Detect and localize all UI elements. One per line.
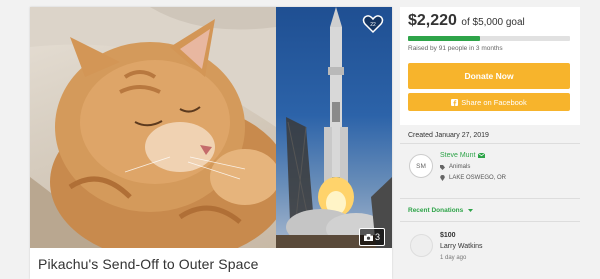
photo-gallery-badge[interactable]: 3 — [359, 228, 385, 246]
raised-summary: $2,220 of $5,000 goal — [408, 12, 525, 30]
organizer-avatar[interactable]: SM — [409, 154, 433, 178]
donor-avatar — [410, 234, 433, 257]
chevron-down-icon — [468, 209, 474, 212]
email-icon[interactable] — [478, 153, 486, 158]
favorite-heart-button[interactable]: 22 — [362, 13, 384, 35]
recent-donations-dropdown[interactable]: Recent Donations — [408, 207, 474, 214]
donation-time: 1 day ago — [440, 255, 467, 261]
heart-icon: 22 — [362, 15, 384, 34]
camera-icon — [363, 233, 373, 241]
cat-photo[interactable] — [30, 7, 276, 248]
donate-button[interactable]: Donate Now — [408, 63, 570, 89]
divider — [400, 198, 580, 199]
divider — [400, 221, 580, 222]
donor-name: Larry Watkins — [440, 243, 483, 250]
rocket-illustration — [276, 7, 392, 248]
created-date: Created January 27, 2019 — [408, 132, 489, 139]
cat-illustration — [30, 7, 276, 248]
recent-donations-label: Recent Donations — [408, 207, 464, 214]
organizer-name: Steve Munt — [440, 152, 476, 159]
photo-count: 3 — [374, 232, 380, 242]
divider — [400, 143, 580, 144]
share-facebook-label: Share on Facebook — [461, 97, 527, 107]
facebook-icon — [451, 98, 459, 106]
campaign-media-card: 22 3 Pikachu's Send-Off to Outer Space — [30, 7, 392, 279]
raised-amount: $2,220 — [408, 12, 457, 29]
campaign-title: Pikachu's Send-Off to Outer Space — [38, 256, 259, 272]
goal-text: of $5,000 goal — [461, 17, 525, 28]
funding-panel: $2,220 of $5,000 goal Raised by 91 peopl… — [400, 7, 580, 125]
category-row[interactable]: Animals — [440, 164, 470, 170]
rocket-photo[interactable]: 22 — [276, 7, 392, 248]
heart-count: 22 — [370, 22, 376, 28]
organizer-name-link[interactable]: Steve Munt — [440, 152, 486, 159]
location-pin-icon — [440, 175, 445, 181]
organizer-category: Animals — [449, 164, 471, 170]
progress-bar — [408, 36, 570, 41]
location-row: LAKE OSWEGO, OR — [440, 175, 506, 181]
raised-by-text: Raised by 91 people in 3 months — [408, 45, 503, 52]
tag-icon — [440, 164, 445, 170]
organizer-location: LAKE OSWEGO, OR — [449, 175, 507, 181]
share-facebook-button[interactable]: Share on Facebook — [408, 93, 570, 111]
progress-fill — [408, 36, 480, 41]
donation-amount: $100 — [440, 232, 456, 239]
